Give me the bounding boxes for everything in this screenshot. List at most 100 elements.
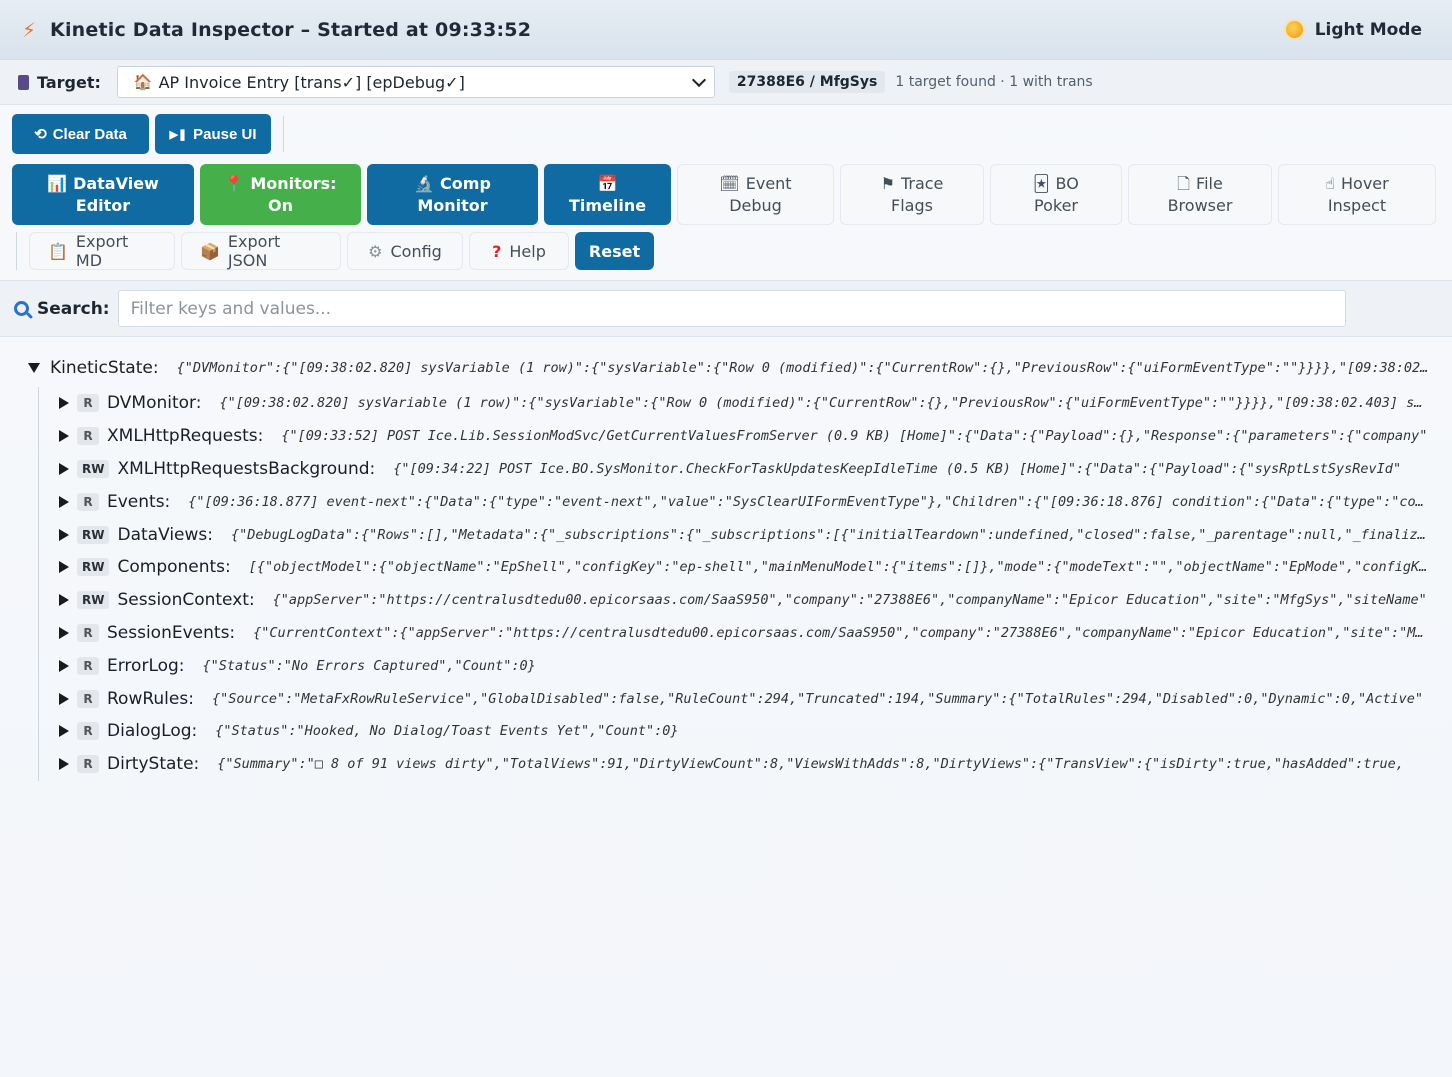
target-select[interactable]: 🏠 AP Invoice Entry [trans✓] [epDebug✓] — [116, 66, 715, 98]
expand-triangle-icon[interactable] — [59, 594, 69, 607]
reset-button[interactable]: Reset — [575, 232, 654, 270]
tree-key: KineticState: — [50, 358, 159, 378]
comp-monitor-label-line1: Comp — [440, 173, 491, 193]
tree-value: {"[09:34:22] POST Ice.BO.SysMonitor.Chec… — [393, 460, 1402, 477]
tree-key: XMLHttpRequests: — [107, 426, 264, 447]
tree-key: SessionContext: — [117, 590, 255, 611]
expand-triangle-icon[interactable] — [59, 725, 69, 738]
tree-key: DirtyState: — [107, 754, 200, 775]
toolbar-row-3: 📋 Export MD 📦 Export JSON ⚙ Config ? Hel… — [12, 231, 1440, 271]
access-badge: RW — [77, 459, 110, 478]
event-debug-button[interactable]: 🗓 Event Debug — [677, 164, 834, 225]
file-icon: 🗋 — [1177, 173, 1191, 193]
access-badge: R — [77, 689, 99, 708]
flag-icon: ⚑ — [880, 173, 895, 193]
tree-row[interactable]: R SessionEvents: {"CurrentContext":{"appSe… — [59, 617, 1430, 650]
tree-row[interactable]: R XMLHttpRequests: {"[09:33:52] POST Ice.L… — [59, 420, 1430, 453]
target-label: Target: — [37, 72, 101, 92]
help-button[interactable]: ? Help — [469, 232, 569, 270]
hover-inspect-label-group: ☝ Hover Inspect — [1325, 173, 1388, 217]
tree-root-row[interactable]: KineticState: {"DVMonitor":{"[09:38:02.8… — [28, 355, 1430, 381]
access-badge: RW — [77, 558, 110, 577]
clear-data-button[interactable]: ⟲ Clear Data — [12, 114, 149, 154]
clear-data-label: Clear Data — [52, 125, 127, 143]
monitors-toggle-button[interactable]: 📍 Monitors: On — [200, 164, 361, 225]
tree-row[interactable]: R RowRules: {"Source":"MetaFxRowRuleServic… — [59, 682, 1430, 715]
refresh-icon: ⟲ — [34, 126, 47, 143]
export-md-button[interactable]: 📋 Export MD — [29, 232, 175, 270]
search-label: Search: — [37, 298, 110, 319]
mode-label: Light Mode — [1314, 19, 1422, 40]
toolbar-row-1: ⟲ Clear Data ▶❚ Pause UI — [12, 113, 1440, 155]
access-badge: R — [77, 623, 99, 642]
tree-value: {"Status":"Hooked, No Dialog/Toast Event… — [215, 723, 679, 740]
config-label: Config — [390, 241, 442, 261]
trace-flags-label-line2: Flags — [891, 195, 933, 215]
tree-row[interactable]: R DVMonitor: {"[09:38:02.820] sysVariable … — [59, 387, 1430, 420]
microscope-icon: 🔬 — [414, 173, 435, 193]
tree-value: {"[09:36:18.877] event-next":{"Data":{"t… — [188, 493, 1430, 510]
reset-label: Reset — [588, 241, 641, 261]
expand-triangle-icon[interactable] — [59, 561, 69, 574]
event-debug-label-line2: Debug — [729, 195, 782, 215]
tree-row[interactable]: RW DataViews: {"DebugLogData":{"Rows":[],"… — [59, 518, 1430, 551]
config-button[interactable]: ⚙ Config — [347, 232, 463, 270]
search-input[interactable] — [117, 290, 1346, 327]
access-badge: RW — [77, 591, 110, 610]
collapse-triangle-icon[interactable] — [28, 363, 40, 373]
expand-triangle-icon[interactable] — [59, 462, 69, 475]
question-icon: ? — [492, 241, 502, 261]
tree-row[interactable]: R Events: {"[09:36:18.877] event-next":{"D… — [59, 485, 1430, 518]
company-badge: 27388E6 / MfgSys — [728, 71, 886, 93]
hand-pointer-icon: ☝ — [1325, 173, 1336, 193]
clipboard-icon: 📋 — [48, 241, 68, 261]
file-browser-label-line2: Browser — [1167, 195, 1233, 215]
house-icon: 🏠 — [133, 73, 153, 91]
file-browser-button[interactable]: 🗋 File Browser — [1128, 164, 1272, 225]
tree-value: {"Summary":"□ 8 of 91 views dirty","Tota… — [217, 756, 1404, 773]
expand-triangle-icon[interactable] — [59, 528, 69, 541]
tree-row[interactable]: RW XMLHttpRequestsBackground: {"[09:34:22]… — [59, 453, 1430, 486]
export-json-button[interactable]: 📦 Export JSON — [181, 232, 341, 270]
tree-row[interactable]: R DialogLog: {"Status":"Hooked, No Dialog/… — [59, 715, 1430, 748]
tree-key: SessionEvents: — [107, 622, 236, 643]
expand-triangle-icon[interactable] — [59, 397, 69, 410]
bo-poker-label-line1: BO — [1055, 173, 1079, 193]
tree-key: RowRules: — [107, 688, 194, 709]
tree-value: [{"objectModel":{"objectName":"EpShell",… — [248, 559, 1430, 576]
expand-triangle-icon[interactable] — [59, 626, 69, 639]
expand-triangle-icon[interactable] — [59, 659, 69, 672]
light-mode-toggle[interactable]: Light Mode — [1285, 19, 1422, 40]
trace-flags-button[interactable]: ⚑ Trace Flags — [840, 164, 984, 225]
expand-triangle-icon[interactable] — [59, 430, 69, 443]
tree-value: {"Source":"MetaFxRowRuleService","Global… — [211, 690, 1423, 707]
app-title: Kinetic Data Inspector – Started at 09:3… — [50, 18, 532, 41]
sun-icon — [1285, 21, 1303, 38]
timeline-label: Timeline — [568, 195, 647, 215]
timeline-button[interactable]: 📅 Timeline — [544, 164, 671, 225]
help-label: Help — [509, 241, 546, 261]
event-debug-label-line1: Event — [745, 173, 792, 193]
pause-icon: ▶❚ — [169, 128, 188, 141]
bar-chart-icon: 📊 — [47, 173, 68, 193]
tree-row[interactable]: RW SessionContext: {"appServer":"https://c… — [59, 584, 1430, 617]
access-badge: R — [77, 722, 99, 741]
expand-triangle-icon[interactable] — [59, 495, 69, 508]
title-group: ⚡︎ Kinetic Data Inspector – Started at 0… — [22, 18, 531, 42]
expand-triangle-icon[interactable] — [59, 758, 69, 771]
expand-triangle-icon[interactable] — [59, 692, 69, 705]
bo-poker-button[interactable]: 🃏 BO Poker — [990, 164, 1122, 225]
tree-key: Components: — [117, 557, 231, 578]
toolbar-divider-2 — [16, 232, 17, 270]
tree-row[interactable]: R DirtyState: {"Summary":"□ 8 of 91 views … — [59, 748, 1430, 781]
tree-row[interactable]: RW Components: [{"objectModel":{"objectNam… — [59, 551, 1430, 584]
dataview-editor-button[interactable]: 📊 DataView Editor — [12, 164, 194, 225]
monitors-label-group: 📍 Monitors: On — [224, 173, 336, 217]
gear-icon: ⚙ — [368, 241, 383, 261]
hover-inspect-button[interactable]: ☝ Hover Inspect — [1278, 164, 1436, 225]
bo-poker-label-line2: Poker — [1034, 195, 1078, 215]
comp-monitor-button[interactable]: 🔬 Comp Monitor — [367, 164, 538, 225]
dataview-editor-label-line2: Editor — [75, 195, 131, 215]
tree-row[interactable]: R ErrorLog: {"Status":"No Errors Captured"… — [59, 649, 1430, 682]
pause-ui-button[interactable]: ▶❚ Pause UI — [155, 114, 271, 154]
